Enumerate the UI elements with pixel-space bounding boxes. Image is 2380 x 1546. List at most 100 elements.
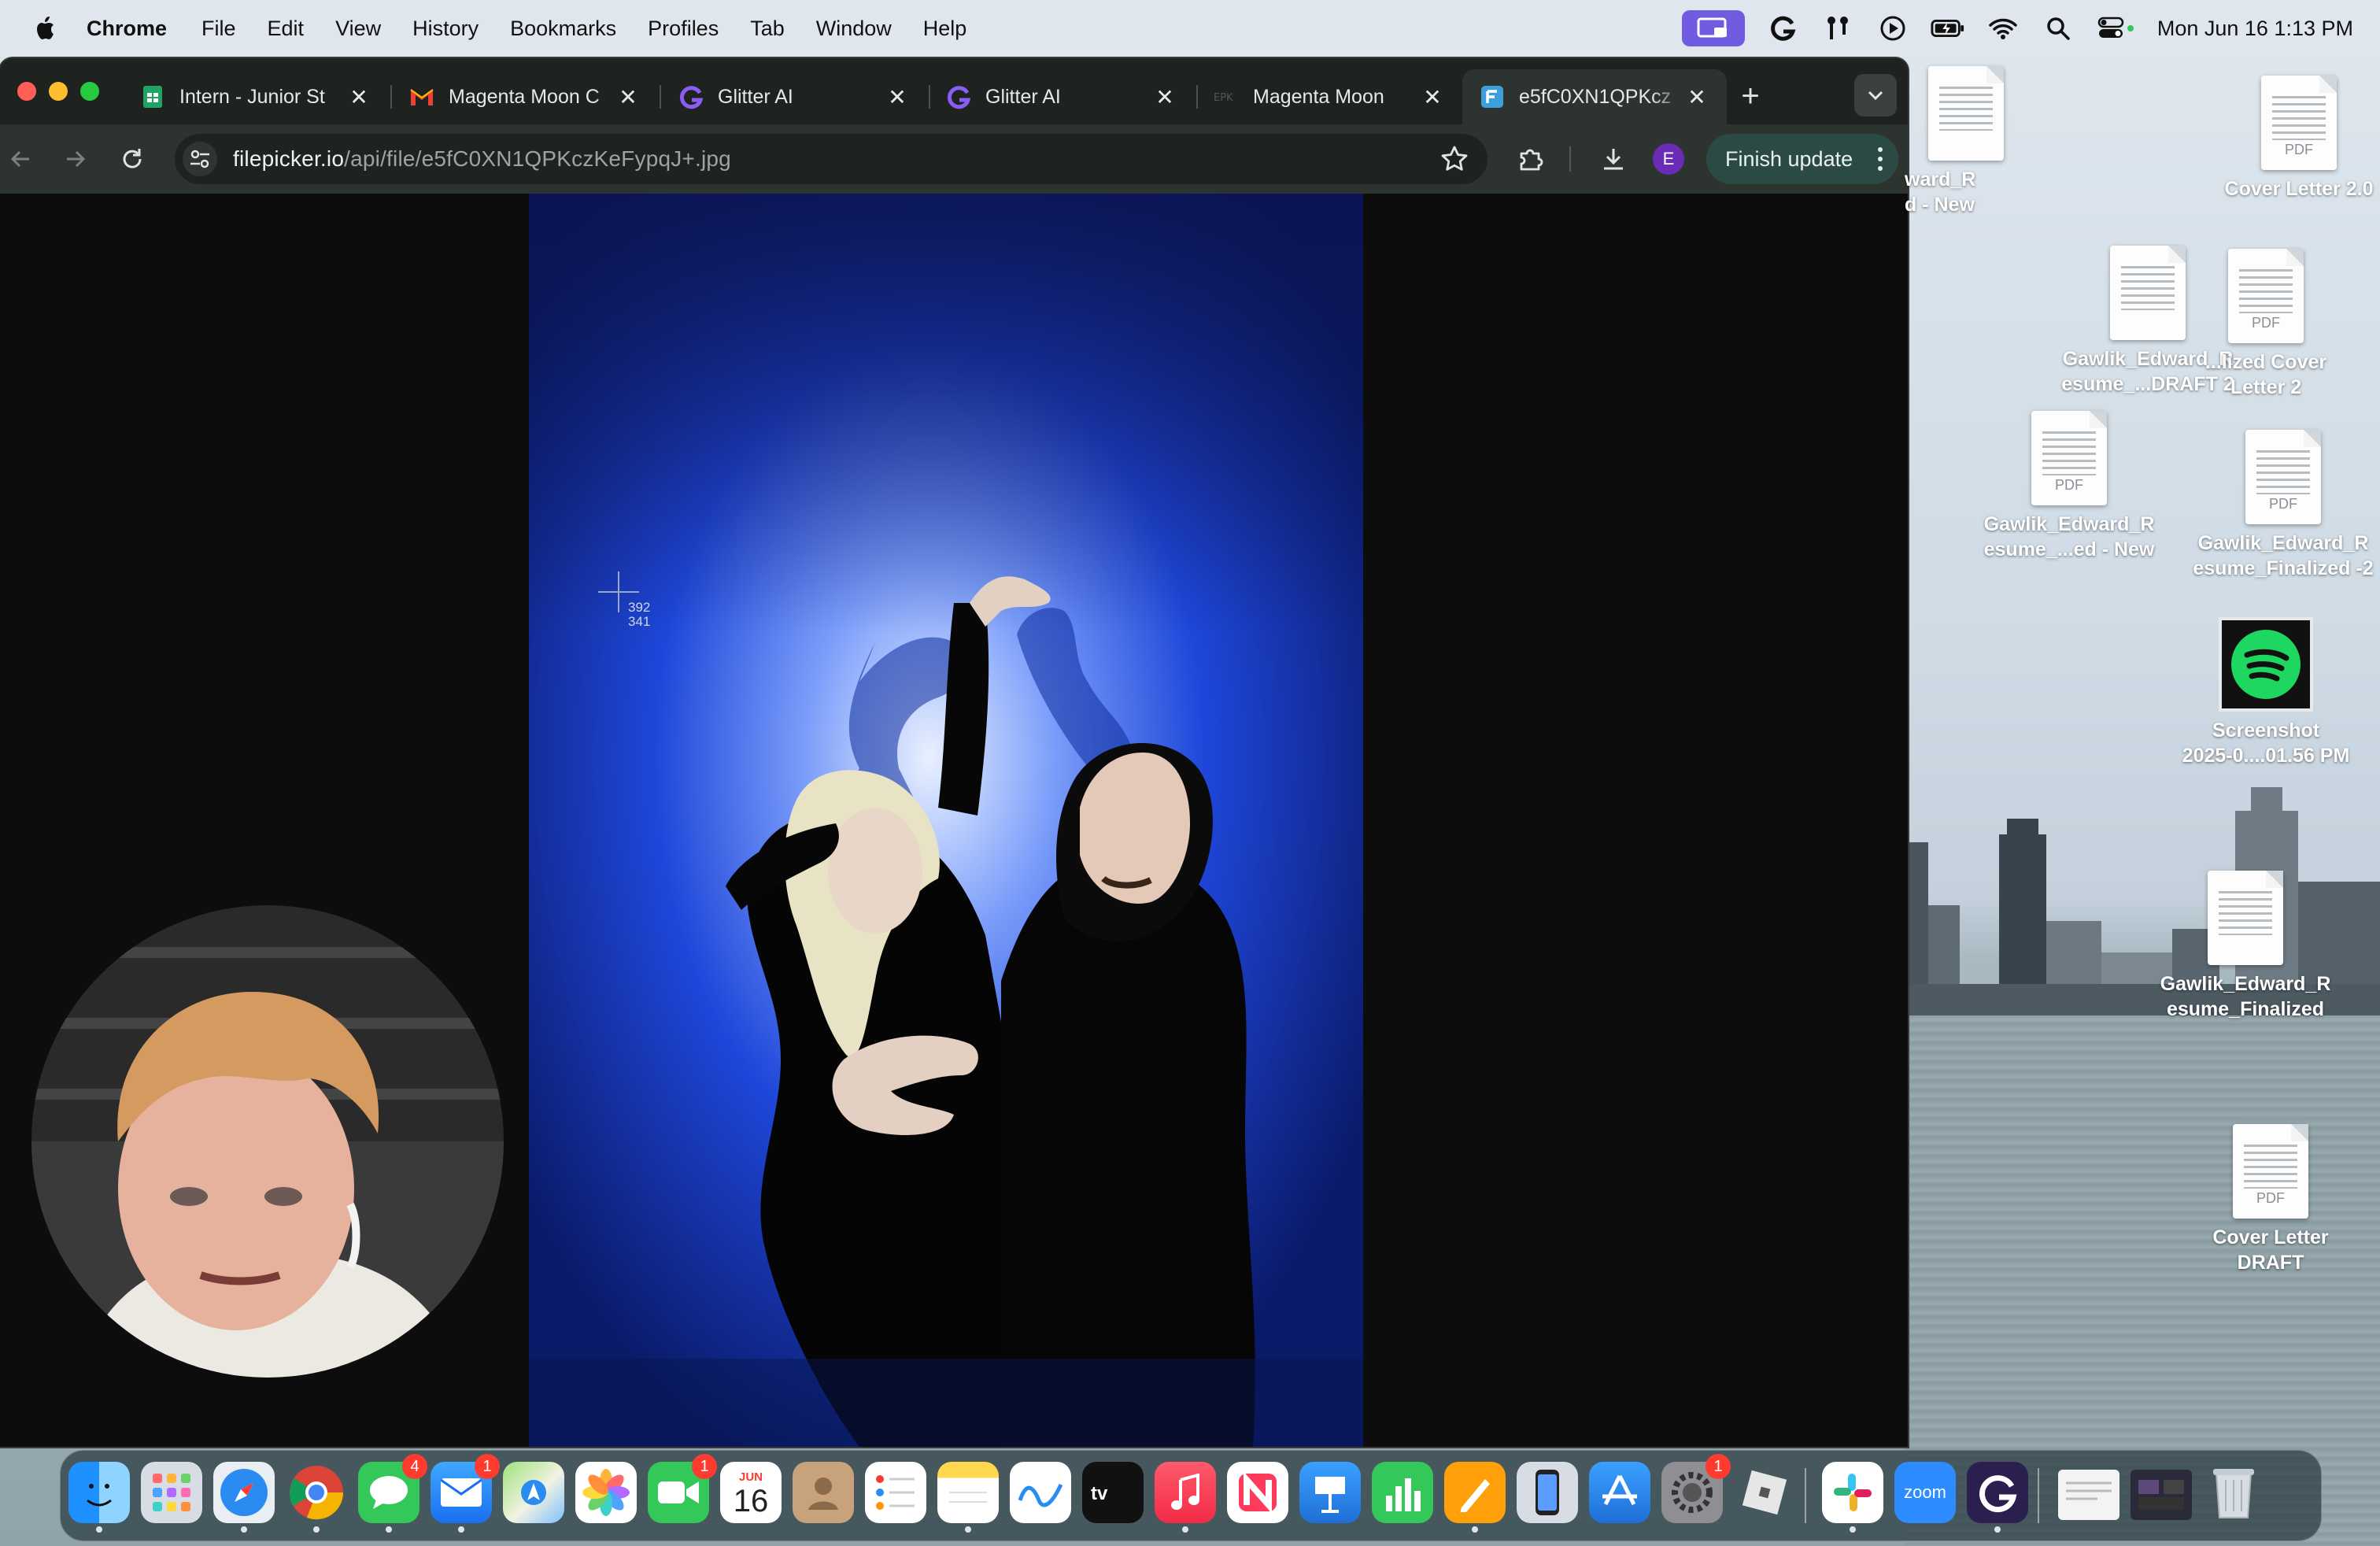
dock-news-icon[interactable] xyxy=(1227,1462,1288,1523)
tab-close-icon[interactable]: ✕ xyxy=(615,84,641,109)
desktop-file-screenshot[interactable]: Screenshot 2025-0....01.56 PM xyxy=(2175,617,2356,768)
wifi-icon[interactable] xyxy=(1986,11,2020,46)
play-circle-icon[interactable] xyxy=(1876,11,1910,46)
dock-app-store-icon[interactable] xyxy=(1589,1462,1650,1523)
glitter-icon xyxy=(678,84,704,109)
tab-close-icon[interactable]: ✕ xyxy=(885,84,910,109)
tab-close-icon[interactable]: ✕ xyxy=(1684,84,1709,109)
menu-app-chrome[interactable]: Chrome xyxy=(87,17,167,41)
address-bar[interactable]: filepicker.io/api/file/e5fC0XN1QPKczKeFy… xyxy=(175,134,1488,184)
dock-safari-icon[interactable] xyxy=(213,1462,275,1533)
dock-numbers-icon[interactable] xyxy=(1372,1462,1433,1523)
tab-intern-junior[interactable]: Intern - Junior St ✕ xyxy=(123,69,389,124)
zoom-label: zoom xyxy=(1904,1482,1946,1502)
dock-mail-icon[interactable]: 1 xyxy=(431,1454,500,1533)
dock-roblox-icon[interactable] xyxy=(1734,1462,1795,1523)
new-tab-button[interactable]: + xyxy=(1731,77,1769,115)
dock-recent-window-thumbnail[interactable] xyxy=(2058,1470,2119,1520)
dock-contacts-icon[interactable] xyxy=(793,1462,854,1523)
dock-slack-icon[interactable] xyxy=(1822,1462,1883,1533)
webcam-bubble[interactable] xyxy=(31,905,504,1378)
messages-badge: 4 xyxy=(402,1454,427,1479)
menu-tab[interactable]: Tab xyxy=(750,17,785,41)
cursor-y-readout: 341 xyxy=(628,614,651,629)
dock-photos-icon[interactable] xyxy=(575,1462,637,1523)
dock-launchpad-icon[interactable] xyxy=(141,1462,202,1523)
filepicker-icon xyxy=(1480,84,1505,109)
dock-freeform-icon[interactable] xyxy=(1010,1462,1071,1523)
menu-bar: Chrome File Edit View History Bookmarks … xyxy=(0,0,2380,57)
tab-magenta-moon[interactable]: EPK Magenta Moon ✕ xyxy=(1196,69,1462,124)
tab-magenta-moon-gmail[interactable]: Magenta Moon C ✕ xyxy=(392,69,658,124)
battery-icon[interactable] xyxy=(1931,11,1965,46)
apple-menu-icon[interactable] xyxy=(30,13,61,44)
dock-apple-tv-icon[interactable]: tv xyxy=(1082,1462,1144,1523)
dock-facetime-icon[interactable]: 1 xyxy=(648,1454,717,1523)
forward-button[interactable] xyxy=(57,140,94,178)
window-minimize-button[interactable] xyxy=(49,82,68,101)
calendar-day: 16 xyxy=(733,1483,769,1518)
dock-pages-icon[interactable] xyxy=(1444,1462,1506,1533)
menu-edit[interactable]: Edit xyxy=(268,17,305,41)
dock-messages-icon[interactable]: 4 xyxy=(358,1454,427,1533)
menu-view[interactable]: View xyxy=(335,17,381,41)
dock-downloads-stack[interactable] xyxy=(2131,1470,2192,1520)
menubar-clock[interactable]: Mon Jun 16 1:13 PM xyxy=(2157,17,2353,41)
downloads-icon[interactable] xyxy=(1595,140,1632,178)
tab-close-icon[interactable]: ✕ xyxy=(1420,84,1445,109)
menu-history[interactable]: History xyxy=(412,17,479,41)
url-text[interactable]: filepicker.io/api/file/e5fC0XN1QPKczKeFy… xyxy=(233,146,731,172)
profile-avatar[interactable]: E xyxy=(1653,143,1684,175)
dock-trash-icon[interactable] xyxy=(2203,1462,2264,1523)
url-path: /api/file/e5fC0XN1QPKczKeFypqJ+.jpg xyxy=(344,146,731,171)
dock-separator xyxy=(2038,1468,2039,1523)
window-zoom-button[interactable] xyxy=(80,82,99,101)
control-center-icon[interactable] xyxy=(2096,11,2137,46)
finish-update-button[interactable]: Finish update xyxy=(1706,134,1898,184)
desktop-file-resume-new[interactable]: PDF Gawlik_Edward_R esume_...ed - New xyxy=(1979,411,2160,562)
tab-filepicker-active[interactable]: e5fC0XN1QPKcz ✕ xyxy=(1462,69,1727,124)
site-info-icon[interactable] xyxy=(183,142,217,176)
desktop-file-finalized-cover-letter-2[interactable]: PDF ...lized Cover Letter 2 xyxy=(2175,249,2356,400)
dock-calendar-icon[interactable]: JUN 16 xyxy=(720,1462,782,1523)
bookmark-star-icon[interactable] xyxy=(1440,145,1469,177)
dock-keynote-icon[interactable] xyxy=(1299,1462,1361,1523)
menu-window[interactable]: Window xyxy=(816,17,892,41)
menu-bookmarks[interactable]: Bookmarks xyxy=(510,17,616,41)
pdf-document-icon: PDF xyxy=(2245,430,2321,524)
dock-system-settings-icon[interactable]: 1 xyxy=(1661,1454,1731,1523)
desktop-file-edward-resume-partial[interactable]: ward_R d - New xyxy=(1873,66,2054,217)
pdf-document-icon: PDF xyxy=(2031,411,2107,505)
dock-iphone-mirroring-icon[interactable] xyxy=(1517,1462,1578,1523)
tab-label: Intern - Junior St xyxy=(179,85,325,108)
joystick-icon[interactable] xyxy=(1820,11,1855,46)
tab-close-icon[interactable]: ✕ xyxy=(346,84,371,109)
dock-music-icon[interactable] xyxy=(1155,1462,1216,1533)
tab-close-icon[interactable]: ✕ xyxy=(1152,84,1177,109)
screen-record-icon[interactable] xyxy=(1681,10,1745,46)
dock-notes-icon[interactable] xyxy=(937,1462,999,1533)
menu-profiles[interactable]: Profiles xyxy=(648,17,719,41)
dock-chrome-icon[interactable] xyxy=(286,1462,347,1533)
dock-reminders-icon[interactable] xyxy=(865,1462,926,1523)
back-button[interactable] xyxy=(2,140,39,178)
tab-glitter-ai-1[interactable]: Glitter AI ✕ xyxy=(661,69,927,124)
desktop-file-cover-letter-2[interactable]: PDF Cover Letter 2.0 xyxy=(2208,76,2380,202)
desktop-file-resume-finalized-2[interactable]: PDF Gawlik_Edward_R esume_Finalized -2 xyxy=(2193,430,2374,581)
grammarly-icon[interactable] xyxy=(1765,11,1800,46)
dock-zoom-icon[interactable]: zoom xyxy=(1894,1462,1956,1523)
tab-glitter-ai-2[interactable]: Glitter AI ✕ xyxy=(929,69,1195,124)
desktop-file-label: Gawlik_Edward_R esume_Finalized xyxy=(2160,973,2331,1020)
reload-button[interactable] xyxy=(113,140,151,178)
window-close-button[interactable] xyxy=(17,82,36,101)
spotlight-search-icon[interactable] xyxy=(2041,11,2075,46)
extensions-icon[interactable] xyxy=(1511,140,1549,178)
dock-maps-icon[interactable] xyxy=(503,1462,564,1523)
menu-file[interactable]: File xyxy=(201,17,236,41)
tab-label: Glitter AI xyxy=(985,85,1061,108)
desktop-file-resume-finalized[interactable]: Gawlik_Edward_R esume_Finalized xyxy=(2155,871,2336,1022)
dock-glitter-icon[interactable] xyxy=(1967,1462,2028,1533)
dock-finder-icon[interactable] xyxy=(68,1462,130,1533)
menu-help[interactable]: Help xyxy=(923,17,967,41)
desktop-file-cover-letter-draft[interactable]: PDF Cover Letter DRAFT xyxy=(2180,1124,2361,1275)
